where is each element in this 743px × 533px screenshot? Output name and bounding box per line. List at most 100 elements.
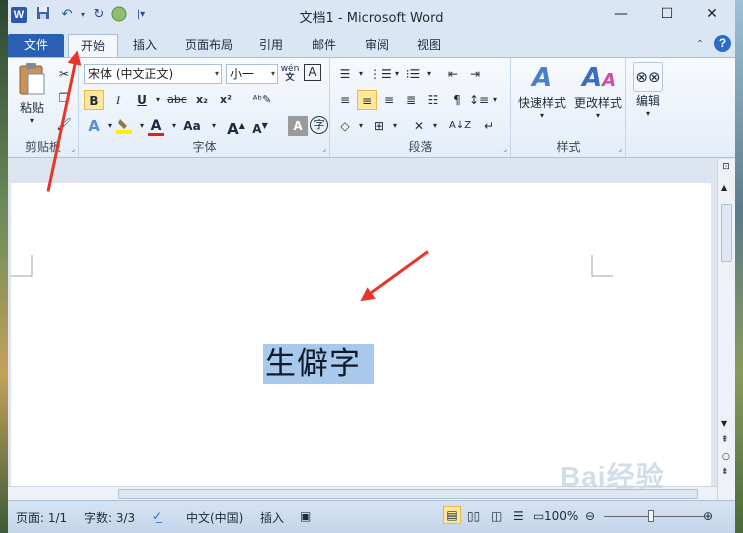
clear-formatting-icon[interactable]: ᴬᵇ✎ bbox=[252, 90, 272, 110]
ruler-toggle-icon[interactable]: ⊡ bbox=[720, 162, 732, 174]
tab-mailings[interactable]: 邮件 bbox=[305, 34, 343, 57]
bullets-dropdown-icon[interactable]: ▾ bbox=[351, 64, 371, 84]
borders-dropdown-icon[interactable]: ▾ bbox=[385, 116, 405, 136]
quick-styles-dropdown-icon[interactable]: ▾ bbox=[514, 111, 570, 120]
clipboard-launcher-icon[interactable]: ⌟ bbox=[71, 144, 75, 153]
paragraph-launcher-icon[interactable]: ⌟ bbox=[503, 144, 507, 153]
change-styles-button[interactable]: AA 更改样式 ▾ bbox=[570, 62, 626, 120]
word-window: W ↶ ▾ ↻ |▾ 文档1 - Microsoft Word — ☐ ✕ 文件… bbox=[8, 0, 735, 533]
vertical-scrollbar[interactable]: ⊡ ▲ ▼ ⇞ ○ ⇟ bbox=[717, 159, 735, 500]
tab-review[interactable]: 审阅 bbox=[358, 34, 396, 57]
title-bar: W ↶ ▾ ↻ |▾ 文档1 - Microsoft Word — ☐ ✕ bbox=[8, 0, 735, 30]
strikethrough-button[interactable]: abc bbox=[164, 90, 190, 110]
word-count[interactable]: 字数: 3/3 bbox=[84, 509, 135, 526]
increase-indent-icon[interactable]: ⇥ bbox=[465, 64, 485, 84]
shrink-font-icon[interactable]: A▼ bbox=[250, 116, 270, 136]
font-color-icon[interactable]: A bbox=[146, 116, 166, 136]
distributed-icon[interactable]: ☷ bbox=[423, 90, 443, 110]
zoom-slider-track[interactable] bbox=[604, 516, 704, 517]
margin-corner-left bbox=[11, 255, 33, 277]
ribbon-help-area: ⌃ ? bbox=[696, 35, 731, 53]
chinese-layout-dropdown-icon[interactable]: ▾ bbox=[425, 116, 445, 136]
styles-launcher-icon[interactable]: ⌟ bbox=[618, 144, 622, 153]
change-styles-dropdown-icon[interactable]: ▾ bbox=[570, 111, 626, 120]
print-layout-view-icon[interactable]: ▤ bbox=[443, 506, 461, 524]
tab-references[interactable]: 引用 bbox=[252, 34, 290, 57]
paste-icon bbox=[19, 63, 45, 95]
font-name-combo[interactable]: 宋体 (中文正文) ▾ bbox=[84, 64, 222, 84]
paste-button[interactable]: 粘贴 ▾ bbox=[14, 62, 50, 125]
sort-icon[interactable]: A↓Z bbox=[449, 116, 471, 136]
vertical-scroll-thumb[interactable] bbox=[721, 204, 732, 262]
insert-mode-status[interactable]: 插入 bbox=[260, 509, 284, 526]
justify-icon[interactable]: ≣ bbox=[401, 90, 421, 110]
zoom-slider-thumb[interactable] bbox=[648, 510, 654, 522]
draft-view-icon[interactable]: ▭ bbox=[533, 509, 544, 523]
subscript-button[interactable]: x₂ bbox=[192, 90, 212, 110]
text-direction-icon[interactable]: ¶ bbox=[447, 90, 467, 110]
group-font: 宋体 (中文正文) ▾ 小一 ▾ wén 文 A B I U ▾ abc x₂ x… bbox=[80, 58, 330, 157]
proofing-icon[interactable]: ✓̲ bbox=[152, 509, 162, 523]
multilevel-dropdown-icon[interactable]: ▾ bbox=[419, 64, 439, 84]
zoom-in-icon[interactable]: ⊕ bbox=[703, 509, 713, 523]
scroll-down-icon[interactable]: ▼ bbox=[721, 419, 727, 428]
bold-button[interactable]: B bbox=[84, 90, 104, 110]
superscript-button[interactable]: x² bbox=[216, 90, 236, 110]
styles-group-label: 样式 bbox=[556, 140, 581, 154]
paragraph-group-label: 段落 bbox=[408, 140, 433, 154]
tab-page-layout[interactable]: 页面布局 bbox=[178, 34, 240, 57]
selected-text[interactable]: 生僻字 bbox=[263, 344, 374, 384]
shading-dropdown-icon[interactable]: ▾ bbox=[351, 116, 371, 136]
zoom-level[interactable]: 100% bbox=[544, 509, 578, 523]
char-shading-icon[interactable]: A bbox=[288, 116, 308, 136]
minimize-ribbon-icon[interactable]: ⌃ bbox=[696, 39, 704, 50]
scroll-up-icon[interactable]: ▲ bbox=[721, 183, 727, 192]
document-page[interactable]: 生僻字 bbox=[11, 183, 711, 489]
font-launcher-icon[interactable]: ⌟ bbox=[322, 144, 326, 153]
quick-styles-button[interactable]: A 快速样式 ▾ bbox=[514, 62, 570, 120]
show-marks-icon[interactable]: ↵ bbox=[479, 116, 499, 136]
char-border-icon[interactable]: A bbox=[304, 64, 321, 81]
font-size-dropdown-icon[interactable]: ▾ bbox=[271, 65, 275, 83]
zoom-out-icon[interactable]: ⊖ bbox=[585, 509, 595, 523]
align-center-icon[interactable]: ≡ bbox=[357, 90, 377, 110]
baidu-watermark: Bai经验 bbox=[560, 461, 665, 492]
numbering-icon[interactable]: ⋮☰ bbox=[369, 64, 392, 84]
full-screen-reading-icon[interactable]: ▯▯ bbox=[467, 509, 480, 523]
prev-page-icon[interactable]: ⇞ bbox=[721, 435, 729, 445]
tab-view[interactable]: 视图 bbox=[410, 34, 448, 57]
italic-button[interactable]: I bbox=[108, 90, 128, 110]
tab-insert[interactable]: 插入 bbox=[126, 34, 164, 57]
pinyin-guide-icon[interactable]: wén 文 bbox=[280, 64, 300, 84]
font-size-combo[interactable]: 小一 ▾ bbox=[226, 64, 278, 84]
tab-file[interactable]: 文件 bbox=[8, 34, 64, 57]
status-bar: 页面: 1/1 字数: 3/3 ✓̲ 中文(中国) 插入 ▣ ▤ ▯▯ ◫ ☰ … bbox=[8, 500, 735, 533]
align-left-icon[interactable]: ≡ bbox=[335, 90, 355, 110]
align-right-icon[interactable]: ≡ bbox=[379, 90, 399, 110]
font-size-value: 小一 bbox=[230, 67, 255, 81]
paste-dropdown-icon[interactable]: ▾ bbox=[14, 116, 50, 125]
quick-styles-icon: A bbox=[531, 63, 553, 93]
help-icon[interactable]: ? bbox=[714, 35, 731, 52]
decrease-indent-icon[interactable]: ⇤ bbox=[443, 64, 463, 84]
language-status[interactable]: 中文(中国) bbox=[186, 509, 243, 526]
highlight-icon[interactable] bbox=[114, 116, 134, 136]
font-name-dropdown-icon[interactable]: ▾ bbox=[215, 65, 219, 83]
editing-dropdown-icon[interactable]: ▾ bbox=[631, 109, 665, 118]
macro-record-icon[interactable]: ▣ bbox=[300, 509, 311, 523]
web-layout-icon[interactable]: ◫ bbox=[491, 509, 502, 523]
browse-object-icon[interactable]: ○ bbox=[722, 452, 730, 462]
grow-font-icon[interactable]: A▲ bbox=[226, 116, 246, 138]
page-count[interactable]: 页面: 1/1 bbox=[16, 509, 67, 526]
next-page-icon[interactable]: ⇟ bbox=[721, 467, 729, 477]
editing-button[interactable]: ⊗⊗ 编辑 ▾ bbox=[631, 62, 665, 118]
change-case-button[interactable]: Aa bbox=[180, 116, 204, 136]
enclose-characters-icon[interactable]: 字 bbox=[310, 116, 328, 134]
document-area: 生僻字 ⊡ ▲ ▼ ⇞ ○ ⇟ bbox=[8, 159, 735, 500]
close-button[interactable]: ✕ bbox=[689, 0, 735, 28]
minimize-button[interactable]: — bbox=[598, 0, 644, 28]
outline-view-icon[interactable]: ☰ bbox=[513, 509, 524, 523]
change-case-dropdown-icon[interactable]: ▾ bbox=[204, 116, 224, 136]
line-spacing-dropdown-icon[interactable]: ▾ bbox=[485, 90, 505, 110]
maximize-button[interactable]: ☐ bbox=[644, 0, 690, 28]
